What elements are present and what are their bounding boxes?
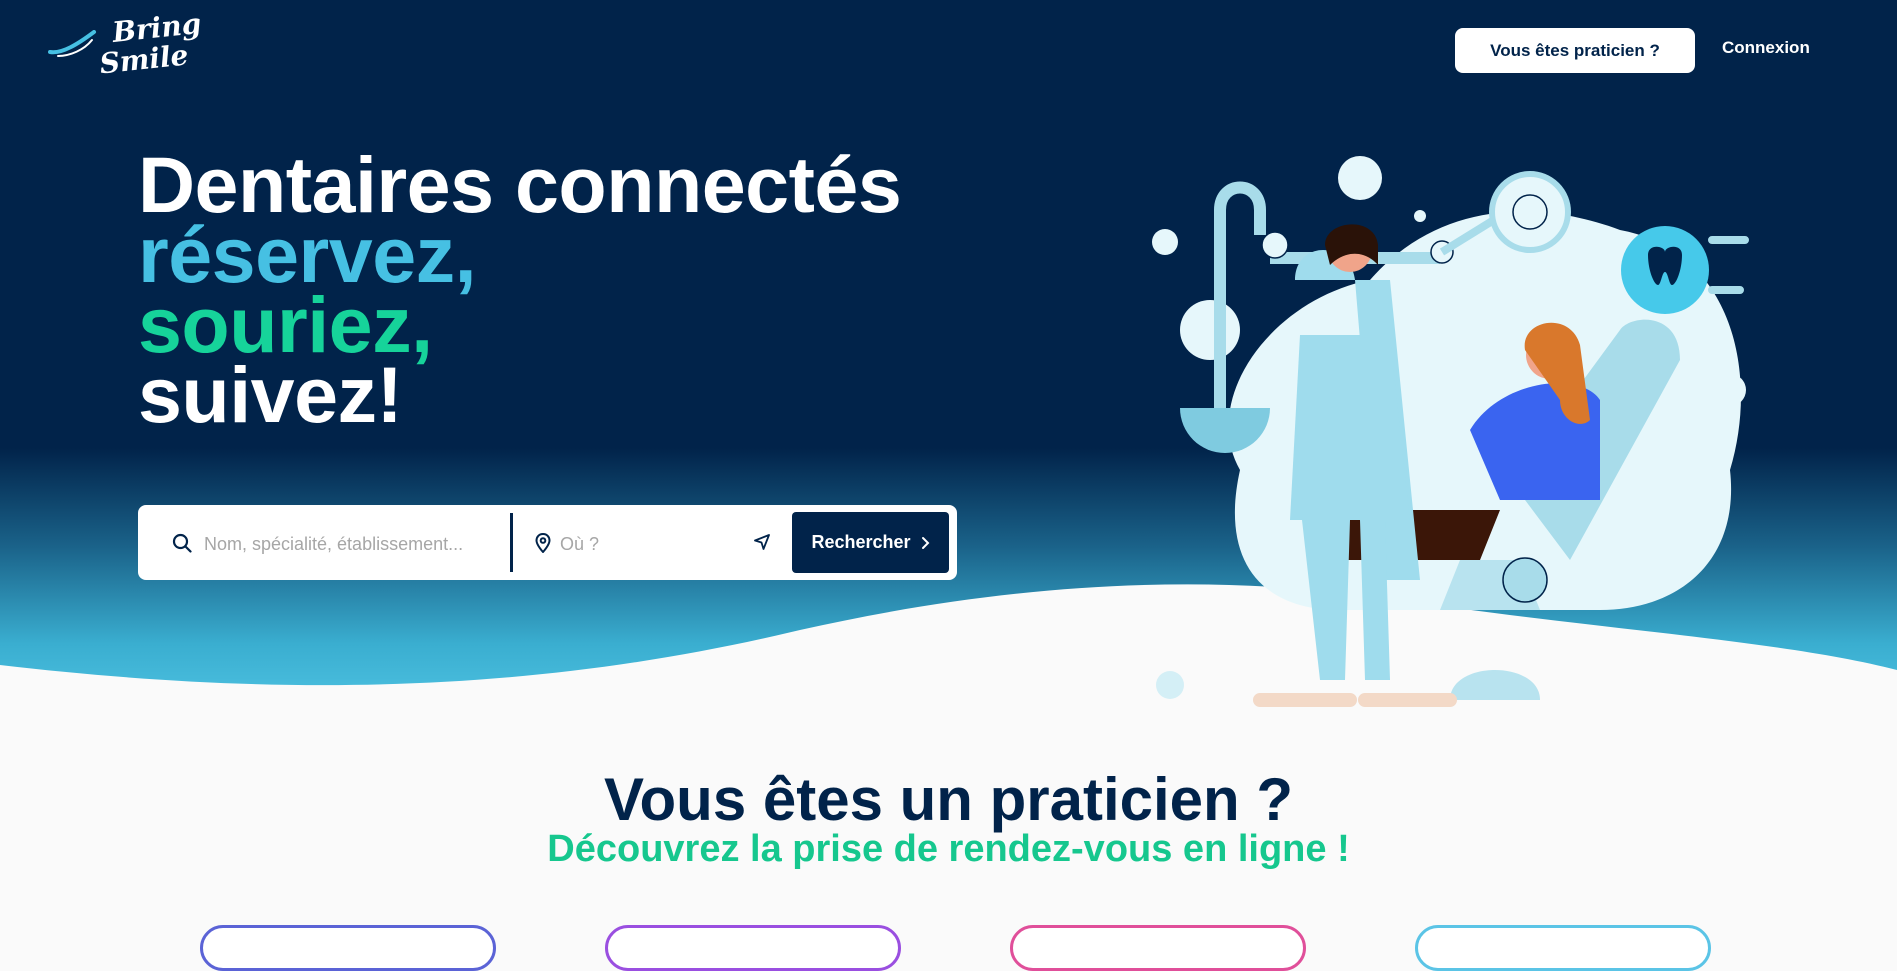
search-button-label: Rechercher [811,532,911,552]
search-button[interactable]: Rechercher [792,512,949,573]
bringsmile-logo[interactable]: Bring Smile [48,7,203,86]
search-input[interactable] [202,523,506,565]
location-input[interactable] [558,523,742,565]
chevron-right-icon [921,536,929,549]
dentist-illustration [1152,156,1749,707]
feature-card[interactable] [1010,925,1306,971]
feature-card[interactable] [200,925,496,971]
practitioner-section-title: Vous êtes un praticien ? [603,766,1294,833]
practitioner-section-subtitle: Découvrez la prise de rendez-vous en lig… [547,828,1350,870]
logo-wordmark: Bring Smile [75,7,203,81]
hero-headline: Dentaires connectés réservez, souriez, s… [138,145,902,439]
search-bar: Rechercher [138,505,957,580]
headline-line-4: suivez! [138,350,403,439]
feature-card[interactable] [1415,925,1711,971]
search-divider [510,513,513,572]
login-link[interactable]: Connexion [1722,38,1810,58]
location-pin-icon [535,533,551,553]
geolocate-icon[interactable] [753,533,771,551]
search-icon [172,533,192,553]
practitioner-button[interactable]: Vous êtes praticien ? [1455,28,1695,73]
feature-card[interactable] [605,925,901,971]
